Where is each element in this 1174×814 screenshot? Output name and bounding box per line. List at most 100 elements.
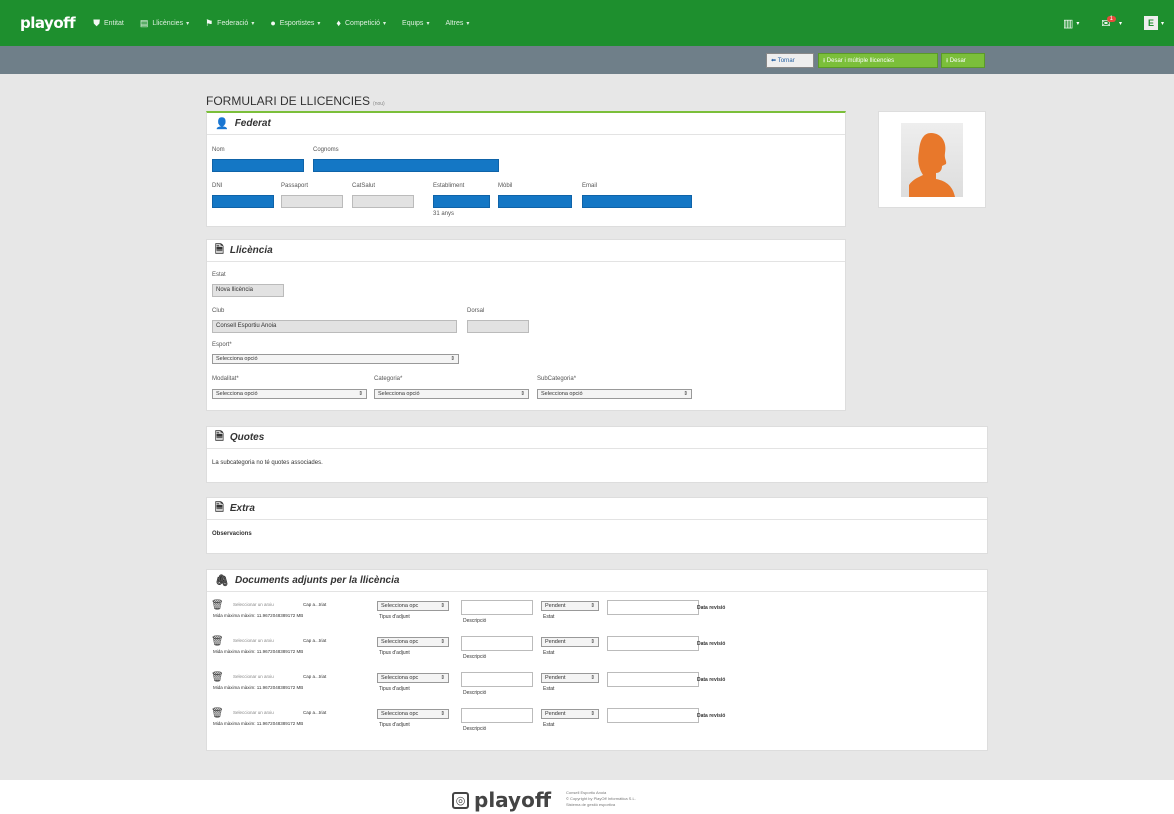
panel-title: Llicència xyxy=(229,245,273,256)
back-button[interactable]: ⬅ Tornar xyxy=(766,53,814,68)
paperclip-icon: 🖇 xyxy=(215,575,229,587)
file-select-button[interactable]: Seleccionar un arxiu xyxy=(233,710,274,715)
app-logo[interactable]: playoff xyxy=(20,14,76,32)
playoff-logo-icon: ◎ xyxy=(452,791,469,809)
footer-logo[interactable]: ◎ playoff xyxy=(452,788,551,812)
estat-label: Estat xyxy=(543,722,555,728)
profile-photo[interactable] xyxy=(878,111,986,208)
naixement-field[interactable] xyxy=(433,195,490,208)
select-arrows-icon: ⇕ xyxy=(590,639,595,645)
tipus-adjunt-select[interactable]: Selecciona opc ⇕ xyxy=(377,673,449,683)
mobil-label: Mòbil xyxy=(498,183,513,189)
modalitat-select[interactable]: Selecciona opció ⇕ xyxy=(212,389,367,399)
nav-item-competicio[interactable]: ♦ Competició ▾ xyxy=(336,18,386,28)
data-revisio-label: Data revisió xyxy=(697,713,726,719)
panel-title: Federat xyxy=(234,118,271,129)
file-select-button[interactable]: Seleccionar un arxiu xyxy=(233,674,274,679)
nom-field[interactable] xyxy=(212,159,304,172)
tipus-adjunt-select[interactable]: Selecciona opc ⇕ xyxy=(377,637,449,647)
estat-value: Pendent xyxy=(545,603,566,609)
avatar-placeholder xyxy=(901,122,963,197)
select-arrows-icon: ⇕ xyxy=(590,675,595,681)
tipus-value: Selecciona opc xyxy=(381,603,419,609)
notifications-menu[interactable]: ✉ 1 ▾ xyxy=(1101,16,1122,30)
descripcio-input[interactable] xyxy=(461,672,533,687)
estat-label: Estat xyxy=(543,650,555,656)
nav-right: ▥ ▾ ✉ 1 ▾ E ▾ xyxy=(1041,0,1164,46)
back-label: Tornar xyxy=(777,57,795,64)
nav-label: Llicències xyxy=(152,19,184,27)
estat-select[interactable]: Pendent ⇕ xyxy=(541,673,599,683)
data-revisio-input[interactable] xyxy=(607,600,699,615)
data-revisio-input[interactable] xyxy=(607,708,699,723)
mobil-field[interactable] xyxy=(498,195,572,208)
nom-label: Nom xyxy=(212,147,225,153)
estat-select[interactable]: Pendent ⇕ xyxy=(541,637,599,647)
dni-label: DNI xyxy=(212,183,223,189)
trash-icon[interactable]: 🗑 xyxy=(211,672,224,683)
passaport-field[interactable] xyxy=(281,195,343,208)
edit-document-icon: 🗎 xyxy=(215,502,224,514)
estat-field[interactable]: Nova llicència xyxy=(212,284,284,297)
stats-menu[interactable]: ▥ ▾ xyxy=(1063,17,1079,30)
estat-select[interactable]: Pendent ⇕ xyxy=(541,601,599,611)
document-row: 🗑 Seleccionar un arxiu Cap a...triat Mid… xyxy=(207,708,987,742)
trash-icon[interactable]: 🗑 xyxy=(211,636,224,647)
catsalut-field[interactable] xyxy=(352,195,414,208)
cognoms-field[interactable] xyxy=(313,159,499,172)
select-arrows-icon: ⇕ xyxy=(590,711,595,717)
footer: ◎ playoff Consell Esportiu Anoia © Copyri… xyxy=(0,780,1174,814)
page-title-small: (nou) xyxy=(373,101,385,107)
subcategoria-select-value: Selecciona opció xyxy=(541,391,583,397)
euro-document-icon: 🗎 xyxy=(215,431,224,443)
dni-field[interactable] xyxy=(212,195,274,208)
tipus-adjunt-select[interactable]: Selecciona opc ⇕ xyxy=(377,709,449,719)
nav-item-equips[interactable]: Equips ▾ xyxy=(402,20,429,27)
quotes-panel: 🗎 Quotes La subcategoria no té quotes ass… xyxy=(206,426,988,483)
estat-value: Pendent xyxy=(545,639,566,645)
panel-header: 🗎 Quotes xyxy=(207,427,987,449)
file-select-button[interactable]: Seleccionar un arxiu xyxy=(233,638,274,643)
nav-item-esportistes[interactable]: ● Esportistes ▾ xyxy=(270,18,320,28)
club-field[interactable]: Consell Esportiu Anoia xyxy=(212,320,457,333)
descripcio-input[interactable] xyxy=(461,600,533,615)
data-revisio-input[interactable] xyxy=(607,636,699,651)
user-menu[interactable]: E ▾ xyxy=(1143,16,1164,30)
quotes-message: La subcategoria no té quotes associades. xyxy=(212,460,323,466)
save-button[interactable]: ⭳ Desar xyxy=(941,53,985,68)
chart-icon: ▥ xyxy=(1062,17,1074,30)
descripcio-label: Descripció xyxy=(463,690,487,696)
file-max-size: Mida màxima màxim: 11.9672048389172 MB xyxy=(213,613,304,618)
file-select-button[interactable]: Seleccionar un arxiu xyxy=(233,602,274,607)
nav-item-entitat[interactable]: ⛊ Entitat xyxy=(93,18,124,29)
esport-select[interactable]: Selecciona opció ⇕ xyxy=(212,354,459,364)
nav-item-llicencies[interactable]: ▤ Llicències ▾ xyxy=(140,18,189,29)
page-title-text: FORMULARI DE LLICENCIES xyxy=(206,94,371,108)
nav-item-altres[interactable]: Altres ▾ xyxy=(445,20,469,27)
estat-select[interactable]: Pendent ⇕ xyxy=(541,709,599,719)
id-card-icon: ▤ xyxy=(139,17,149,28)
nav-item-federacio[interactable]: ⚑ Federació ▾ xyxy=(205,18,254,29)
save-multiple-button[interactable]: ⭳ Desar i múltiple llicencies xyxy=(818,53,938,68)
nav-label: Altres xyxy=(445,19,464,27)
trophy-icon: ♦ xyxy=(336,18,341,28)
nav-label: Esportistes xyxy=(279,19,315,27)
categoria-select[interactable]: Selecciona opció ⇕ xyxy=(374,389,529,399)
descripcio-input[interactable] xyxy=(461,708,533,723)
tipus-value: Selecciona opc xyxy=(381,711,419,717)
descripcio-input[interactable] xyxy=(461,636,533,651)
panel-title: Quotes xyxy=(229,432,265,443)
trash-icon[interactable]: 🗑 xyxy=(211,600,224,611)
club-label: Club xyxy=(212,308,225,314)
estat-label: Estat xyxy=(212,272,226,278)
trash-icon[interactable]: 🗑 xyxy=(211,708,224,719)
subcategoria-select[interactable]: Selecciona opció ⇕ xyxy=(537,389,692,399)
estat-label: Estat xyxy=(543,686,555,692)
email-field[interactable] xyxy=(582,195,692,208)
data-revisio-input[interactable] xyxy=(607,672,699,687)
file-name: Cap a...triat xyxy=(303,710,327,715)
dorsal-field[interactable] xyxy=(467,320,529,333)
tipus-adjunt-select[interactable]: Selecciona opc ⇕ xyxy=(377,601,449,611)
document-icon: 🗎 xyxy=(215,244,224,256)
select-arrows-icon: ⇕ xyxy=(440,639,445,645)
